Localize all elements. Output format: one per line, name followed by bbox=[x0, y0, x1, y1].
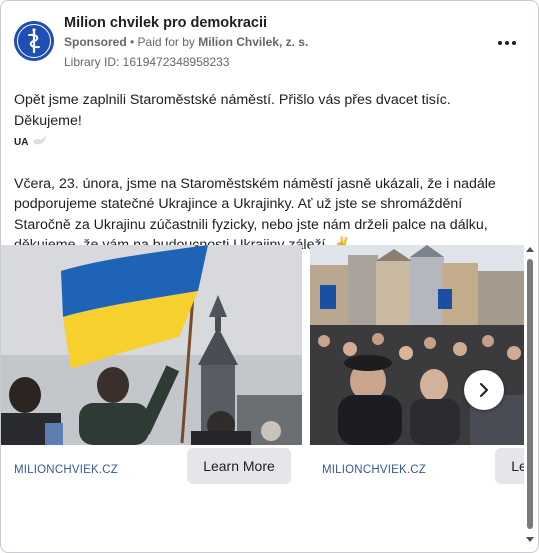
dove-icon bbox=[33, 135, 48, 145]
sponsored-label: Sponsored bbox=[64, 35, 127, 49]
media-carousel: MILIONCHVIEK.CZ Learn More MILIONCHVIEK.… bbox=[1, 245, 524, 495]
library-id: Library ID: 1619472348958233 bbox=[64, 55, 230, 69]
advertiser-avatar[interactable] bbox=[14, 21, 54, 61]
learn-more-button-1[interactable]: Learn More bbox=[187, 448, 291, 484]
carousel-next-button[interactable] bbox=[464, 370, 504, 410]
scrollbar[interactable] bbox=[524, 245, 536, 547]
paid-for-prefix: • Paid for by bbox=[130, 35, 195, 49]
post-headline: Opět jsme zaplnili Staroměstské náměstí.… bbox=[14, 92, 451, 129]
ad-card: Milion chvilek pro demokracii Sponsored … bbox=[0, 0, 539, 553]
scroll-up-arrow-icon[interactable] bbox=[526, 247, 534, 252]
card-1-domain[interactable]: MILIONCHVIEK.CZ bbox=[14, 464, 118, 476]
carousel-card-1[interactable]: MILIONCHVIEK.CZ Learn More bbox=[1, 245, 302, 495]
advertiser-logo bbox=[14, 21, 54, 61]
card-2-domain[interactable]: MILIONCHVIEK.CZ bbox=[322, 464, 426, 476]
carousel-image-2[interactable] bbox=[310, 245, 524, 445]
chevron-right-icon bbox=[480, 383, 488, 397]
carousel-image-1[interactable] bbox=[1, 245, 302, 445]
scroll-down-arrow-icon[interactable] bbox=[526, 537, 534, 542]
ua-tag: UA bbox=[14, 137, 29, 148]
more-options-icon bbox=[498, 41, 502, 45]
advertiser-name[interactable]: Milion chvilek pro demokracii bbox=[64, 15, 267, 31]
scrollbar-thumb[interactable] bbox=[527, 259, 533, 529]
payer-name: Milion Chvilek, z. s. bbox=[198, 35, 309, 49]
sponsored-line: Sponsored • Paid for by Milion Chvilek, … bbox=[64, 35, 308, 49]
post-paragraph-2: Včera, 23. února, jsme na Staroměstském … bbox=[14, 174, 519, 256]
post-text: Opět jsme zaplnili Staroměstské náměstí.… bbox=[14, 90, 519, 256]
post-line-1: Opět jsme zaplnili Staroměstské náměstí.… bbox=[14, 90, 519, 131]
post-body: Včera, 23. února, jsme na Staroměstském … bbox=[14, 175, 496, 254]
learn-more-button-2[interactable]: Learn More bbox=[495, 448, 524, 484]
carousel-card-2[interactable]: MILIONCHVIEK.CZ Learn More bbox=[310, 245, 524, 495]
more-options-button[interactable] bbox=[493, 29, 521, 57]
post-line-ua: UA bbox=[14, 131, 519, 154]
